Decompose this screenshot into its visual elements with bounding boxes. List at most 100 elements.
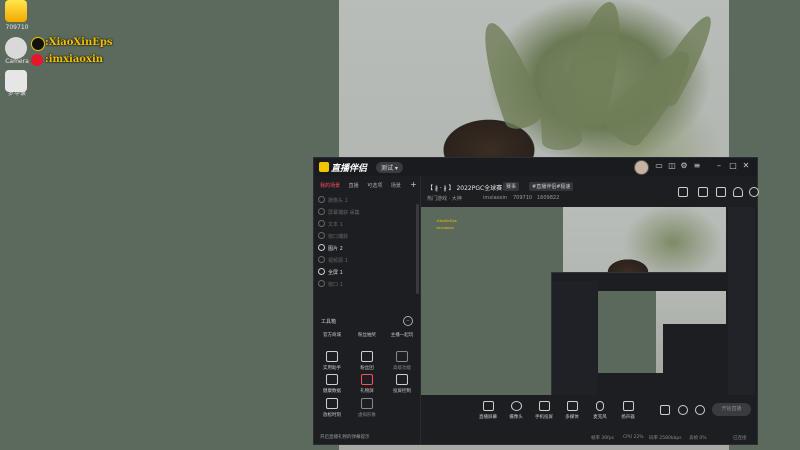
scrollbar[interactable] <box>416 204 419 294</box>
eye-icon[interactable] <box>318 244 325 251</box>
microphone-button[interactable]: 麦克风 <box>587 401 613 420</box>
scene-tabs: 我的场景 直播 可选项 场景 <box>320 182 408 189</box>
maximize-icon[interactable]: □ <box>729 162 737 170</box>
microphone-icon <box>596 401 604 411</box>
monitor-icon <box>396 374 408 385</box>
screen-icon <box>482 401 494 411</box>
source-item[interactable]: 屏幕捕获 采集 <box>314 208 416 219</box>
status-item: CPU 22% <box>623 435 644 440</box>
minimize-icon[interactable]: – <box>715 162 723 170</box>
app-icon-label: Camera <box>5 58 29 65</box>
gift-icon[interactable] <box>678 187 688 197</box>
app-icon-label: 709710 <box>5 24 29 31</box>
weibo-icon <box>31 54 43 66</box>
version-pill[interactable]: 测试 ▾ <box>376 162 403 173</box>
bell-icon[interactable] <box>733 187 743 197</box>
record-icon[interactable] <box>660 405 670 415</box>
eye-icon[interactable] <box>318 268 325 275</box>
streaming-app-window: 直播伴侣 测试 ▾ ▭ ◫ ⚙ ≡ – □ ✕ 我的场景 直播 可选项 场景 +… <box>313 157 759 445</box>
tool-helper[interactable]: 实用助手 <box>315 351 349 371</box>
add-media-button[interactable]: 多媒体 <box>559 401 585 420</box>
cube-icon <box>361 351 373 362</box>
tool-avatar[interactable]: 虚拟形象 <box>350 398 384 418</box>
close-icon[interactable]: ✕ <box>742 162 750 170</box>
menu-icon[interactable]: ≡ <box>693 162 701 170</box>
tiktok-icon <box>31 37 45 51</box>
share-icon[interactable] <box>749 187 759 197</box>
add-phone-button[interactable]: 手机投屏 <box>531 401 557 420</box>
tool-official-store[interactable]: 官方商城 <box>315 332 349 338</box>
media-icon <box>566 401 578 411</box>
tool-fan-club[interactable]: 粉丝团 <box>350 351 384 371</box>
tag[interactable]: #直播伴侣#极速 <box>529 182 574 191</box>
like-count: 1609822 <box>537 195 560 201</box>
camera-icon <box>510 401 522 411</box>
settings-icon[interactable]: ⚙ <box>680 162 688 170</box>
tool-relax[interactable]: 放松时刻 <box>315 398 349 418</box>
tool-advanced[interactable]: 高级功能 <box>385 351 419 371</box>
source-item[interactable]: 文本 1 <box>314 220 416 231</box>
app-icon[interactable] <box>5 70 27 92</box>
status-item: 帧率 30fps <box>591 436 614 441</box>
download-icon <box>396 351 408 362</box>
logo-mark-icon <box>319 162 329 172</box>
eye-icon[interactable] <box>318 220 325 227</box>
share-screen-icon[interactable] <box>698 187 708 197</box>
add-camera-button[interactable]: 摄像头 <box>503 401 529 420</box>
source-item[interactable]: 窗口 1 <box>314 280 416 291</box>
tab-my-scene[interactable]: 我的场景 <box>320 183 340 189</box>
skin-icon[interactable]: ◫ <box>668 162 676 170</box>
source-item[interactable]: 摄像头 1 <box>314 196 416 207</box>
speaker-icon <box>622 401 634 411</box>
source-item[interactable]: 窗口捕获 <box>314 232 416 243</box>
message-icon[interactable]: ▭ <box>655 162 663 170</box>
room-id: imxiaoxin <box>483 195 508 201</box>
layout-icon[interactable] <box>716 187 726 197</box>
eye-icon[interactable] <box>318 280 325 287</box>
app-icon[interactable] <box>5 0 27 22</box>
app-icon[interactable] <box>5 37 27 59</box>
eye-icon[interactable] <box>318 208 325 215</box>
download-icon <box>361 398 373 409</box>
tool-fan-lottery[interactable]: 粉丝抽奖 <box>350 332 384 338</box>
category[interactable]: 热门游戏 · 大神 <box>427 195 462 202</box>
source-item[interactable]: 全屏 1 <box>314 268 416 279</box>
cube-icon <box>326 351 338 362</box>
source-item[interactable]: 视频源 1 <box>314 256 416 267</box>
danmaku-tip: 开启直播礼物的弹幕提示 <box>320 435 370 440</box>
main-panel: 【 ∦ · ∦ 】 2022PGC全球赛! 赛事 #直播伴侣#极速 热门游戏 ·… <box>421 176 759 444</box>
tab-options[interactable]: 可选项 <box>367 183 382 189</box>
preview-weibo-handle: :imxiaoxin <box>436 226 455 230</box>
stream-preview[interactable]: :XiaoXinEps :imxiaoxin <box>421 207 726 395</box>
go-live-button[interactable]: 开始直播 <box>712 403 751 416</box>
tool-health[interactable]: 健康数据 <box>315 374 349 394</box>
tab-scene[interactable]: 场景 <box>391 183 401 189</box>
preview-scene-panel <box>552 281 597 395</box>
scene-panel: 我的场景 直播 可选项 场景 + 摄像头 1 屏幕捕获 采集 文本 1 窗口捕获… <box>314 176 421 444</box>
phone-cast-icon <box>538 401 550 411</box>
avatar[interactable] <box>634 160 649 175</box>
add-screen-button[interactable]: 直播屏幕 <box>475 401 501 420</box>
status-item: 码率 2580kbps <box>649 436 682 441</box>
add-scene-icon[interactable]: + <box>410 180 417 189</box>
eye-icon[interactable] <box>318 232 325 239</box>
status-item: 已连接 <box>733 436 747 441</box>
preview-inner-window <box>663 324 726 373</box>
status-item: 丢帧 0% <box>689 436 707 441</box>
speaker-button[interactable]: 扬声器 <box>615 401 641 420</box>
tool-play-together[interactable]: 主播一起玩 <box>385 332 419 338</box>
source-item[interactable]: 图片 2 <box>314 244 416 255</box>
effects-icon[interactable] <box>678 405 688 415</box>
preview-window <box>551 272 726 395</box>
app-logo: 直播伴侣 <box>319 161 367 174</box>
stream-title[interactable]: 【 ∦ · ∦ 】 2022PGC全球赛! <box>427 183 505 192</box>
eye-icon[interactable] <box>318 256 325 263</box>
settings-icon[interactable] <box>695 405 705 415</box>
toolbox-collapse-icon[interactable]: − <box>403 316 413 326</box>
preview-inner-preview <box>598 291 726 373</box>
tool-gift[interactable]: 礼物屏 <box>350 374 384 394</box>
eye-icon[interactable] <box>318 196 325 203</box>
preview-tiktok-handle: :XiaoXinEps <box>436 219 457 223</box>
tool-cast[interactable]: 投屏控制 <box>385 374 419 394</box>
tab-live[interactable]: 直播 <box>349 183 359 189</box>
